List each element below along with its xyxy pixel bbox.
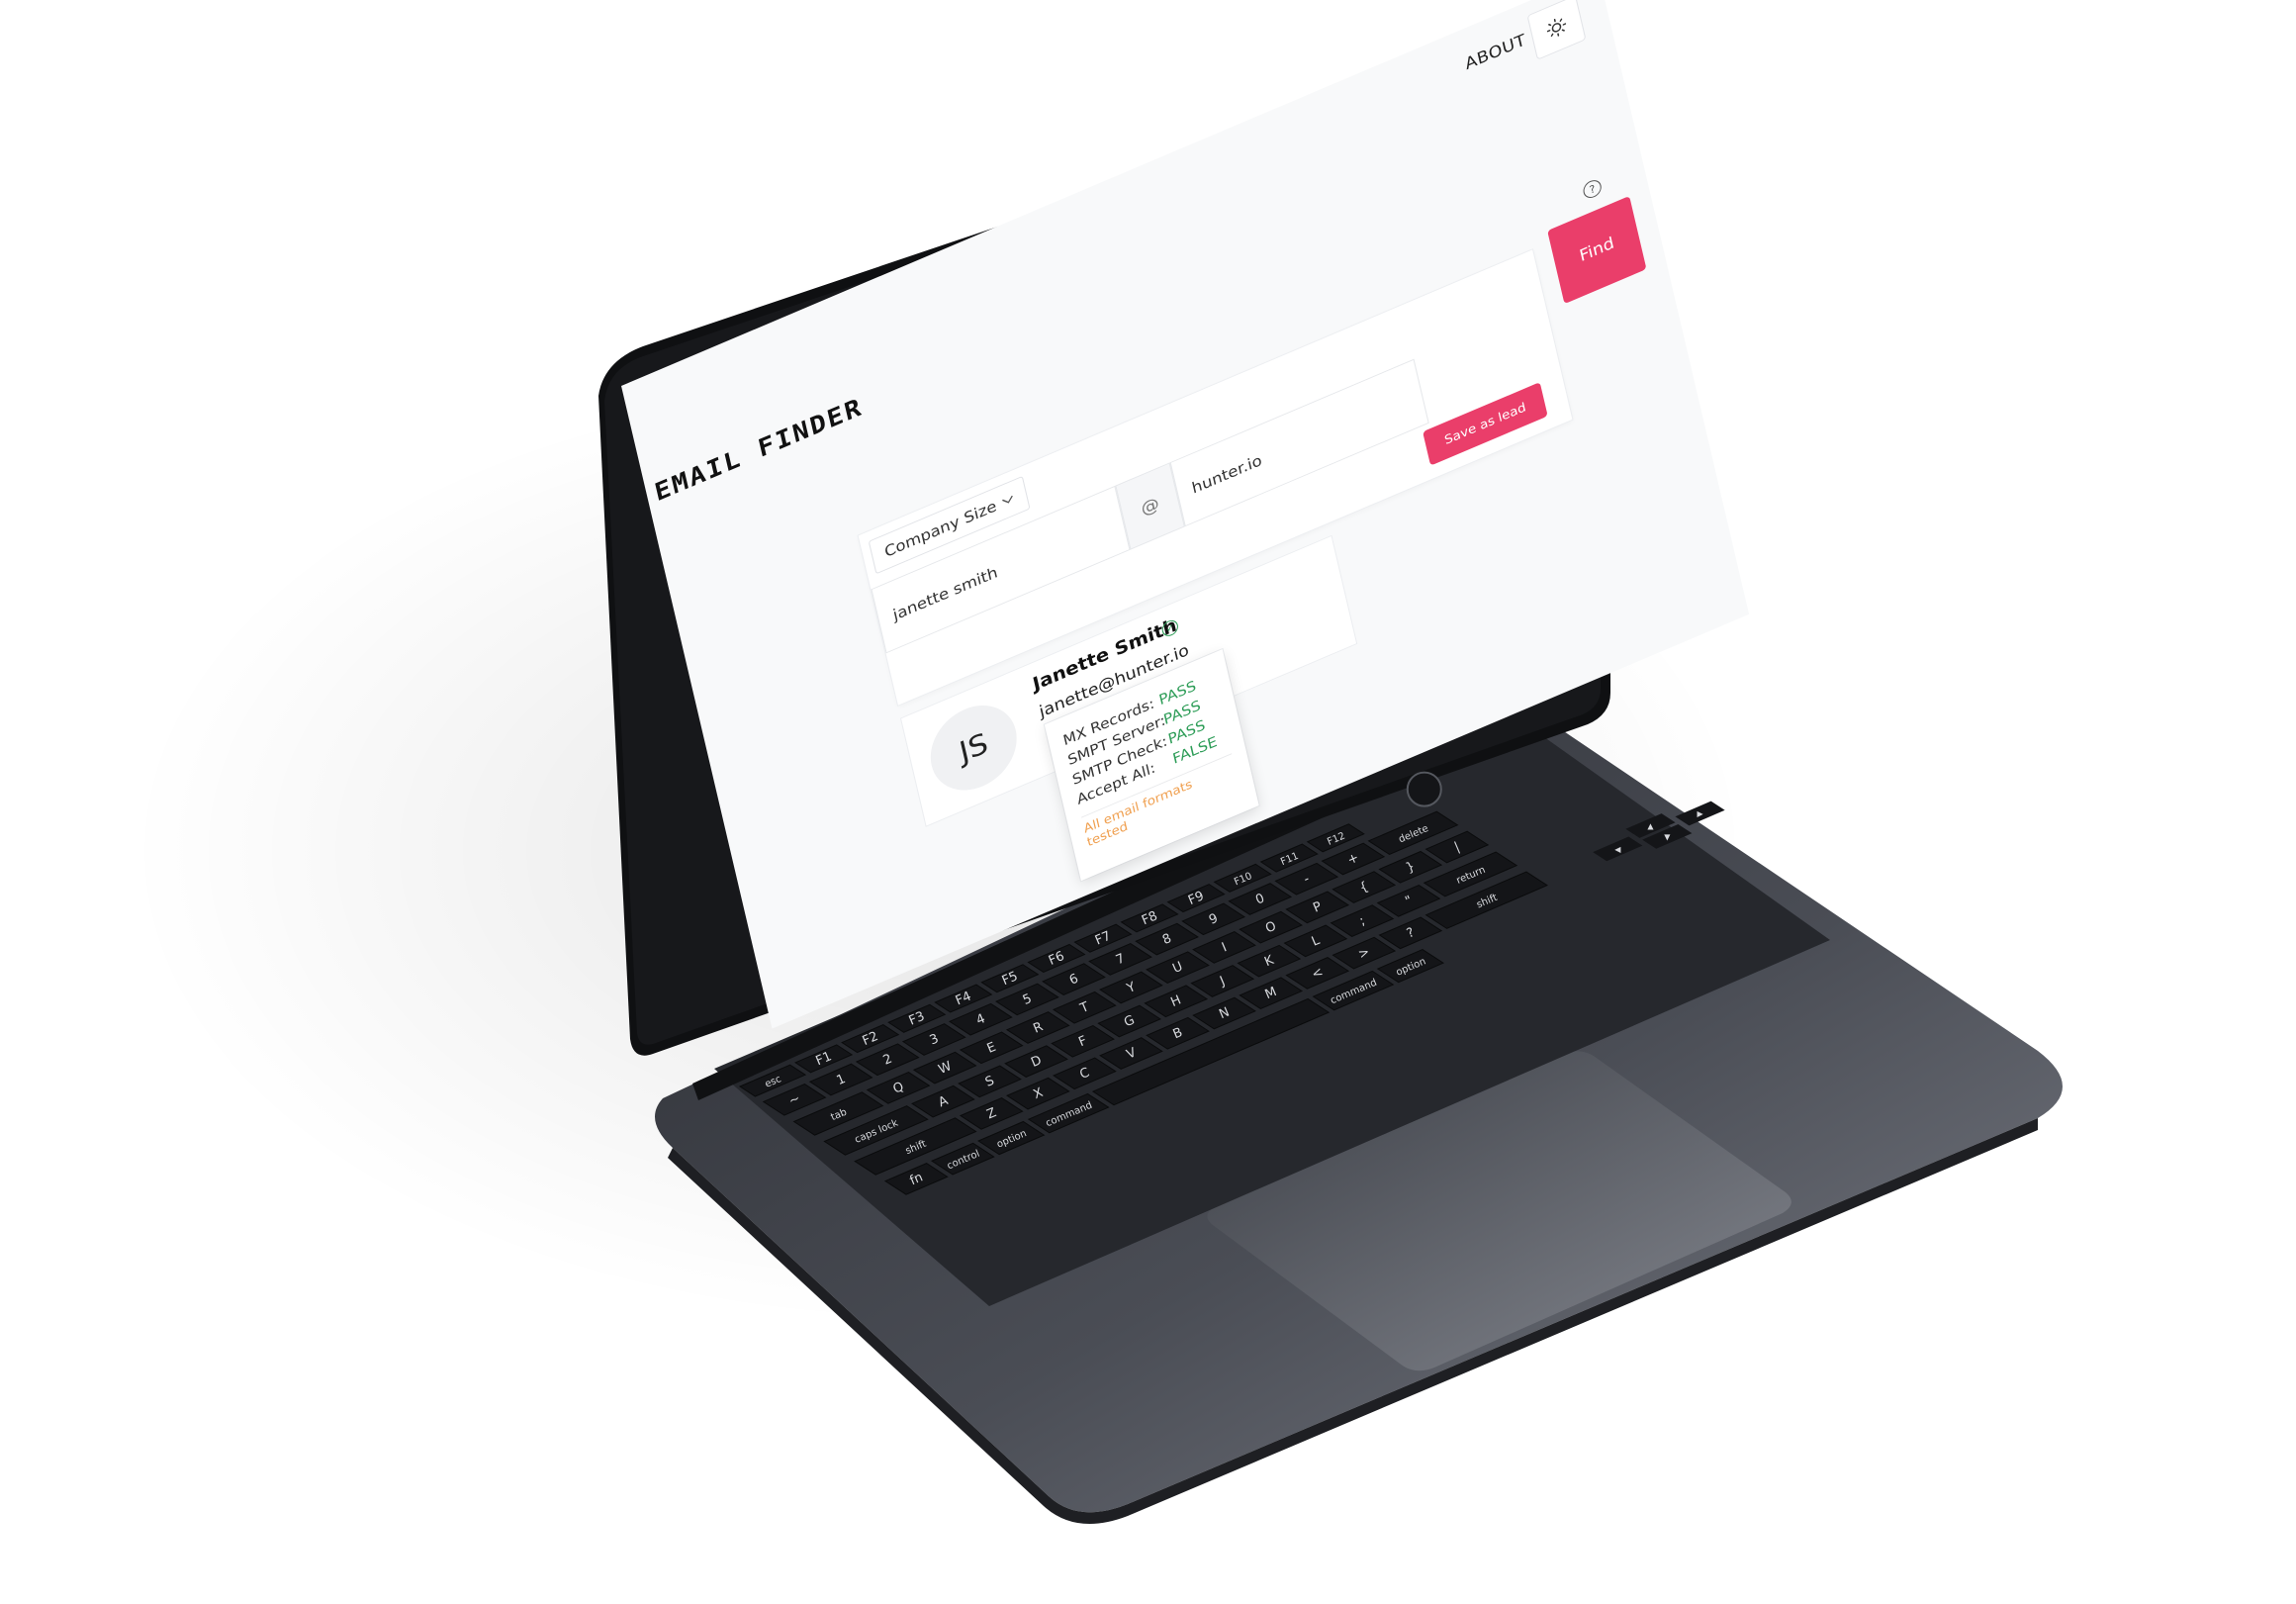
keyboard-key: A bbox=[911, 1085, 975, 1118]
keyboard-key: | bbox=[1424, 830, 1490, 864]
keyboard-key: ? bbox=[1378, 916, 1443, 950]
keyboard-key: L bbox=[1283, 924, 1348, 958]
keyboard-key: M bbox=[1239, 977, 1304, 1010]
keyboard-key: Z bbox=[959, 1097, 1024, 1130]
arrow-key: ▶ bbox=[1675, 801, 1725, 826]
keyboard-key: N bbox=[1192, 996, 1256, 1030]
keyboard-key: C bbox=[1053, 1057, 1117, 1090]
keyboard-key: E bbox=[959, 1031, 1024, 1065]
arrow-glyph: ▼ bbox=[1664, 832, 1671, 841]
keyboard-key: X bbox=[1005, 1077, 1070, 1110]
keyboard-key: control bbox=[931, 1142, 995, 1176]
keyboard-key: ; bbox=[1330, 904, 1395, 937]
keyboard-key: G bbox=[1097, 1004, 1162, 1038]
keyboard-key: Y bbox=[1099, 971, 1163, 1004]
keyboard-key: } bbox=[1378, 850, 1443, 884]
keyboard-key: fn bbox=[883, 1163, 949, 1195]
help-icon[interactable]: ? bbox=[1581, 177, 1604, 201]
keyboard-key: O bbox=[1239, 910, 1303, 944]
keyboard-key: H bbox=[1144, 985, 1209, 1018]
arrow-glyph: ◀ bbox=[1614, 845, 1621, 854]
laptop-mockup: esc F1 F2 F3 F4 F5 F6 F7 F8 F9 F10 F11 F12 ~1 2 3 4 5 6 7 8 9… bbox=[0, 0, 2296, 1604]
keyboard-key: K bbox=[1237, 944, 1302, 978]
keyboard-key: Q bbox=[866, 1072, 931, 1104]
keyboard-key: < bbox=[1285, 957, 1350, 990]
keyboard-key: B bbox=[1146, 1016, 1210, 1050]
keyboard-key: U bbox=[1146, 951, 1210, 985]
avatar: JS bbox=[922, 691, 1025, 804]
keyboard-key: R bbox=[1005, 1011, 1070, 1044]
brand-title: EMAIL FINDER bbox=[652, 393, 866, 508]
sun-icon bbox=[1546, 18, 1567, 38]
keyboard-key: F bbox=[1051, 1024, 1115, 1058]
keyboard-key: P bbox=[1285, 891, 1350, 924]
keyboard-key: " bbox=[1376, 884, 1441, 917]
arrow-key: ◀ bbox=[1593, 836, 1643, 862]
keyboard-key: S bbox=[958, 1065, 1022, 1098]
theme-toggle-button[interactable] bbox=[1526, 0, 1587, 60]
chevron-down-icon bbox=[1001, 495, 1013, 504]
keyboard-key: I bbox=[1192, 931, 1256, 964]
arrow-glyph: ▲ bbox=[1647, 821, 1654, 830]
keyboard-key: T bbox=[1052, 991, 1117, 1024]
domain-input[interactable]: hunter.io bbox=[1169, 358, 1429, 527]
nav-about-link[interactable]: ABOUT bbox=[1463, 31, 1527, 74]
keyboard-key: > bbox=[1332, 936, 1397, 970]
find-button[interactable]: Find bbox=[1547, 195, 1647, 305]
keyboard-key: W bbox=[912, 1051, 977, 1085]
save-as-lead-button[interactable]: Save as lead bbox=[1423, 382, 1548, 466]
keyboard-key: J bbox=[1190, 965, 1255, 997]
keyboard-key: D bbox=[1004, 1045, 1068, 1078]
keyboard-key: V bbox=[1099, 1037, 1163, 1070]
touch-id-button bbox=[1406, 771, 1442, 807]
keyboard-key: { bbox=[1332, 871, 1397, 903]
arrow-glyph: ▶ bbox=[1697, 809, 1703, 818]
